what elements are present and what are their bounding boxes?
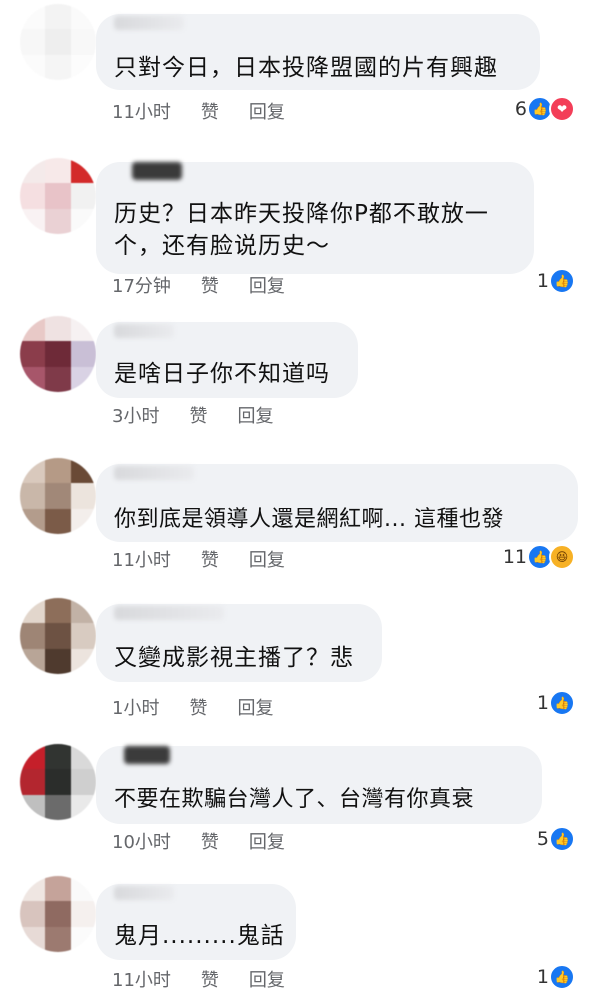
reaction-count: 1 [536,692,549,714]
haha-icon: 😆 [549,544,575,570]
like-button[interactable]: 赞 [189,694,207,720]
comment-time[interactable]: 1小时 [112,694,159,720]
like-icon: 👍 [549,826,575,852]
reaction-count: 6 [514,98,527,120]
reaction-count: 5 [536,828,549,850]
reply-button[interactable]: 回复 [237,694,273,720]
comment-time[interactable]: 10小时 [112,828,171,854]
like-button[interactable]: 赞 [201,966,219,992]
comment-meta: 1小时 赞 回复 [112,694,273,720]
reply-button[interactable]: 回复 [249,966,285,992]
commenter-name[interactable] [132,162,182,180]
comment-text: 是啥日子你不知道吗 [114,361,330,387]
reaction-count: 11 [502,546,527,568]
love-icon: ❤ [549,96,575,122]
comment-time[interactable]: 11小时 [112,966,171,992]
comment-time[interactable]: 17分钟 [112,272,171,298]
reaction-summary[interactable]: 11 👍 😆 [503,544,575,570]
comment-meta: 17分钟 赞 回复 [112,272,285,298]
avatar[interactable] [20,458,96,534]
reply-button[interactable]: 回复 [249,828,285,854]
reaction-summary[interactable]: 1 👍 [537,964,575,990]
reaction-count: 1 [536,270,549,292]
comment-bubble: 只對今日，日本投降盟國的片有興趣 [96,14,540,90]
comment-text: 又變成影視主播了？悲 [114,645,354,671]
like-button[interactable]: 赞 [201,546,219,572]
comment-bubble: 是啥日子你不知道吗 [96,322,358,398]
comment-time[interactable]: 3小时 [112,402,159,428]
comment-text: 你到底是領導人還是網紅啊... 這種也發 [114,507,504,532]
reaction-summary[interactable]: 1 👍 [537,268,575,294]
like-icon: 👍 [549,268,575,294]
comment-time[interactable]: 11小时 [112,98,171,124]
avatar[interactable] [20,4,96,80]
comment-time[interactable]: 11小时 [112,546,171,572]
commenter-name[interactable] [114,886,174,900]
comment-text: 不要在欺騙台灣人了、台灣有你真衰 [114,787,475,812]
avatar[interactable] [20,744,96,820]
avatar[interactable] [20,158,96,234]
comment-bubble: 鬼月.........鬼話 [96,884,296,960]
comment-text: 历史？日本昨天投降你P都不敢放一 个，还有脸说历史～ [114,201,489,259]
commenter-name[interactable] [114,16,184,30]
comment-bubble: 又變成影視主播了？悲 [96,604,382,682]
comment-bubble: 不要在欺騙台灣人了、台灣有你真衰 [96,746,542,824]
reply-button[interactable]: 回复 [249,98,285,124]
like-icon: 👍 [549,964,575,990]
reaction-summary[interactable]: 5 👍 [537,826,575,852]
like-button[interactable]: 赞 [189,402,207,428]
reply-button[interactable]: 回复 [249,272,285,298]
comment-meta: 10小时 赞 回复 [112,828,285,854]
avatar[interactable] [20,876,96,952]
like-icon: 👍 [549,690,575,716]
reaction-summary[interactable]: 6 👍 ❤ [515,96,575,122]
like-button[interactable]: 赞 [201,828,219,854]
commenter-name[interactable] [124,746,170,764]
comment-meta: 11小时 赞 回复 [112,966,285,992]
reply-button[interactable]: 回复 [237,402,273,428]
reaction-summary[interactable]: 1 👍 [537,690,575,716]
commenter-name[interactable] [114,606,224,620]
commenter-name[interactable] [114,466,194,480]
comment-meta: 3小时 赞 回复 [112,402,273,428]
reaction-count: 1 [536,966,549,988]
avatar[interactable] [20,598,96,674]
like-button[interactable]: 赞 [201,98,219,124]
reply-button[interactable]: 回复 [249,546,285,572]
comment-bubble: 历史？日本昨天投降你P都不敢放一 个，还有脸说历史～ [96,162,534,274]
comment-meta: 11小时 赞 回复 [112,98,285,124]
comment-text: 只對今日，日本投降盟國的片有興趣 [114,55,498,81]
comment-meta: 11小时 赞 回复 [112,546,285,572]
commenter-name[interactable] [114,324,174,338]
like-button[interactable]: 赞 [201,272,219,298]
avatar[interactable] [20,316,96,392]
comment-bubble: 你到底是領導人還是網紅啊... 這種也發 [96,464,578,542]
comment-text: 鬼月.........鬼話 [114,923,285,949]
